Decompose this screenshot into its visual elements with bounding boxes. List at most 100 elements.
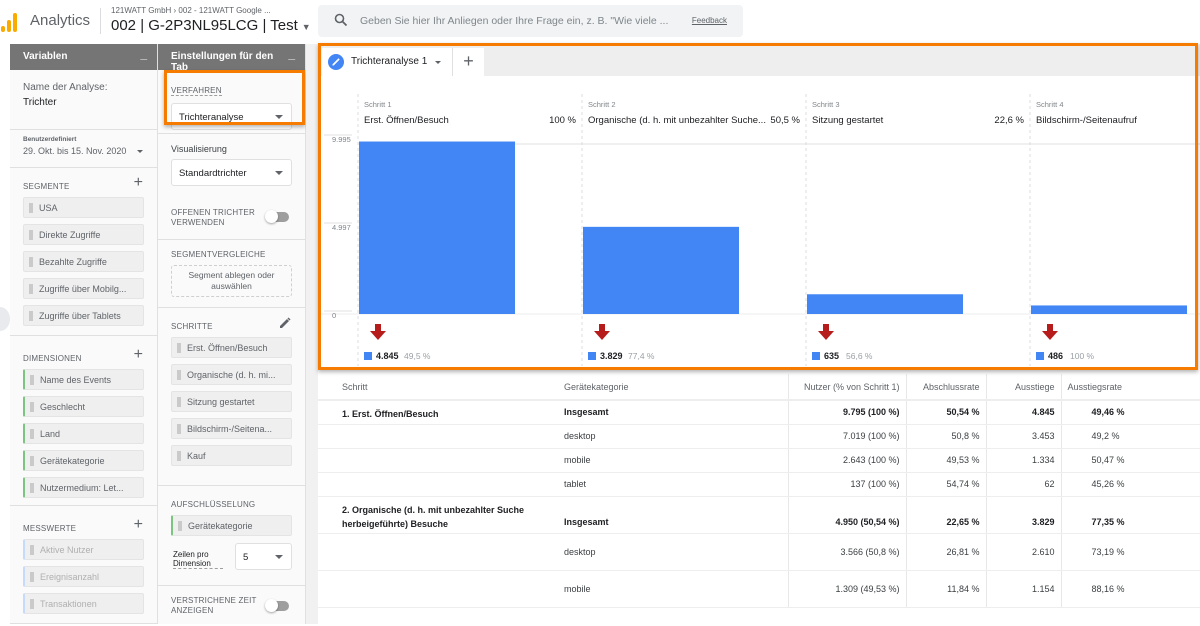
add-metric-button[interactable]: +: [134, 516, 143, 534]
metric-chip[interactable]: Aktive Nutzer: [23, 539, 144, 560]
cell-completion-rate: 50,8 %: [905, 424, 986, 449]
step-chip[interactable]: Organische (d. h. mi...: [171, 364, 292, 385]
cell-exit-rate: 49,2 %: [1060, 424, 1200, 449]
segment-chip[interactable]: Zugriffe über Tablets: [23, 305, 144, 326]
cell-device: desktop: [558, 533, 788, 571]
segment-chip[interactable]: USA: [23, 197, 144, 218]
cell-exits: 3.829: [985, 496, 1061, 534]
chevron-down-icon: [275, 171, 283, 175]
table-row: 1. Erst. Öffnen/Besuch Insgesamt 9.795 (10…: [318, 400, 1200, 425]
cell-users: 7.019 (100 %): [787, 424, 906, 449]
cell-step: [318, 533, 558, 571]
table-row: desktop 3.566 (50,8 %) 26,81 % 2.610 73,19 %: [318, 533, 1200, 571]
dimension-chip[interactable]: Land: [23, 423, 144, 444]
step-chip[interactable]: Kauf: [171, 445, 292, 466]
col-header-step[interactable]: Schritt: [318, 374, 558, 401]
funnel-table: Schritt Gerätekategorie Nutzer (% von Sc…: [318, 374, 1200, 608]
cell-device: mobile: [558, 570, 788, 608]
cell-completion-rate: 11,84 %: [905, 570, 986, 608]
cell-step: 1. Erst. Öffnen/Besuch: [318, 400, 558, 425]
col-header-exits[interactable]: Ausstiege: [985, 374, 1061, 401]
visualization-dropdown[interactable]: Standardtrichter: [171, 159, 292, 186]
step-chip[interactable]: Sitzung gestartet: [171, 391, 292, 412]
analysis-name-section: Name der Analyse: Trichter: [10, 70, 157, 130]
property-selector[interactable]: 002 | G-2P3NL95LCG | Test ▼: [111, 17, 311, 34]
feedback-link[interactable]: Feedback: [692, 16, 727, 25]
open-funnel-toggle[interactable]: [265, 210, 289, 223]
rows-value: 5: [243, 552, 249, 563]
breadcrumb[interactable]: 121WATT GmbH › 002 - 121WATT Google ...: [111, 6, 271, 15]
app-name: Analytics: [30, 12, 91, 29]
panel-gutter: [306, 44, 318, 624]
dimension-chip[interactable]: Name des Events: [23, 369, 144, 390]
rows-per-dimension-label: Zeilen pro Dimension: [173, 550, 223, 569]
date-range-selector[interactable]: Benutzerdefiniert 29. Okt. bis 15. Nov. …: [10, 130, 157, 168]
col-header-completion[interactable]: Abschlussrate: [905, 374, 986, 401]
dimensions-section: DIMENSIONEN + Name des Events Geschlecht…: [10, 336, 157, 506]
minimize-button[interactable]: _: [140, 47, 147, 61]
cell-completion-rate: 54,74 %: [905, 472, 986, 497]
cell-exit-rate: 45,26 %: [1060, 472, 1200, 497]
cell-device: mobile: [558, 448, 788, 473]
dimension-chip[interactable]: Geschlecht: [23, 396, 144, 417]
date-range: 29. Okt. bis 15. Nov. 2020: [23, 146, 127, 156]
side-handle[interactable]: [0, 307, 10, 331]
cell-device: Insgesamt: [558, 400, 788, 425]
cell-exits: 62: [985, 472, 1061, 497]
steps-label: SCHRITTE: [171, 322, 213, 331]
elapsed-time-section: VERSTRICHENE ZEIT ANZEIGEN: [158, 586, 305, 626]
metric-chip[interactable]: Ereignisanzahl: [23, 566, 144, 587]
cell-users: 137 (100 %): [787, 472, 906, 497]
cell-device: tablet: [558, 472, 788, 497]
visualization-section: Visualisierung Standardtrichter: [158, 134, 305, 202]
cell-exits: 2.610: [985, 533, 1061, 571]
segment-compare-label: SEGMENTVERGLEICHE: [171, 250, 266, 259]
cell-step: [318, 472, 558, 497]
dimensions-title: DIMENSIONEN: [23, 354, 82, 363]
edit-icon[interactable]: [279, 317, 291, 329]
metrics-section: MESSWERTE + Aktive Nutzer Ereignisanzahl…: [10, 506, 157, 624]
search-input[interactable]: Geben Sie hier Ihr Anliegen oder Ihre Fr…: [360, 15, 668, 27]
cell-completion-rate: 26,81 %: [905, 533, 986, 571]
highlight-chart: [318, 43, 1198, 370]
step-chip[interactable]: Erst. Öffnen/Besuch: [171, 337, 292, 358]
segment-chip[interactable]: Zugriffe über Mobilg...: [23, 278, 144, 299]
cell-completion-rate: 50,54 %: [905, 400, 986, 425]
metrics-title: MESSWERTE: [23, 524, 77, 533]
cell-exits: 1.154: [985, 570, 1061, 608]
cell-completion-rate: 22,65 %: [905, 496, 986, 534]
tab-settings-header: Einstellungen für den Tab _: [158, 44, 305, 73]
dimension-chip[interactable]: Gerätekategorie: [23, 450, 144, 471]
variables-header: Variablen _: [10, 44, 157, 70]
minimize-button[interactable]: _: [288, 47, 295, 61]
add-dimension-button[interactable]: +: [134, 346, 143, 364]
open-funnel-section: OFFENEN TRICHTER VERWENDEN: [158, 202, 305, 240]
search-bar[interactable]: Geben Sie hier Ihr Anliegen oder Ihre Fr…: [318, 5, 743, 37]
segment-chip[interactable]: Direkte Zugriffe: [23, 224, 144, 245]
col-header-users[interactable]: Nutzer (% von Schritt 1): [787, 374, 906, 401]
cell-exits: 1.334: [985, 448, 1061, 473]
rows-per-dimension-dropdown[interactable]: 5: [235, 543, 292, 570]
elapsed-time-label: VERSTRICHENE ZEIT ANZEIGEN: [171, 596, 257, 615]
cell-exit-rate: 49,46 %: [1060, 400, 1200, 425]
cell-step: [318, 424, 558, 449]
step-chip[interactable]: Bildschirm-/Seitena...: [171, 418, 292, 439]
segment-chip[interactable]: Bezahlte Zugriffe: [23, 251, 144, 272]
chevron-down-icon: [137, 150, 143, 153]
analysis-name-label: Name der Analyse:: [23, 82, 108, 93]
cell-exits: 4.845: [985, 400, 1061, 425]
analysis-name-input[interactable]: Trichter: [23, 97, 144, 108]
metric-chip[interactable]: Transaktionen: [23, 593, 144, 614]
table-row: mobile 1.309 (49,53 %) 11,84 % 1.154 88,16 %: [318, 570, 1200, 608]
breakdown-chip[interactable]: Gerätekategorie: [171, 515, 292, 536]
table-header-row: Schritt Gerätekategorie Nutzer (% von Sc…: [318, 374, 1200, 401]
highlight-technique: [164, 70, 305, 125]
chevron-down-icon: [275, 555, 283, 559]
segment-dropzone[interactable]: Segment ablegen oder auswählen: [171, 265, 292, 297]
col-header-device[interactable]: Gerätekategorie: [558, 374, 788, 401]
property-name: 002 | G-2P3NL95LCG | Test: [111, 17, 298, 34]
add-segment-button[interactable]: +: [134, 174, 143, 192]
col-header-exit-rate[interactable]: Ausstiegsrate: [1060, 374, 1200, 401]
elapsed-time-toggle[interactable]: [265, 599, 289, 612]
dimension-chip[interactable]: Nutzermedium: Let...: [23, 477, 144, 498]
